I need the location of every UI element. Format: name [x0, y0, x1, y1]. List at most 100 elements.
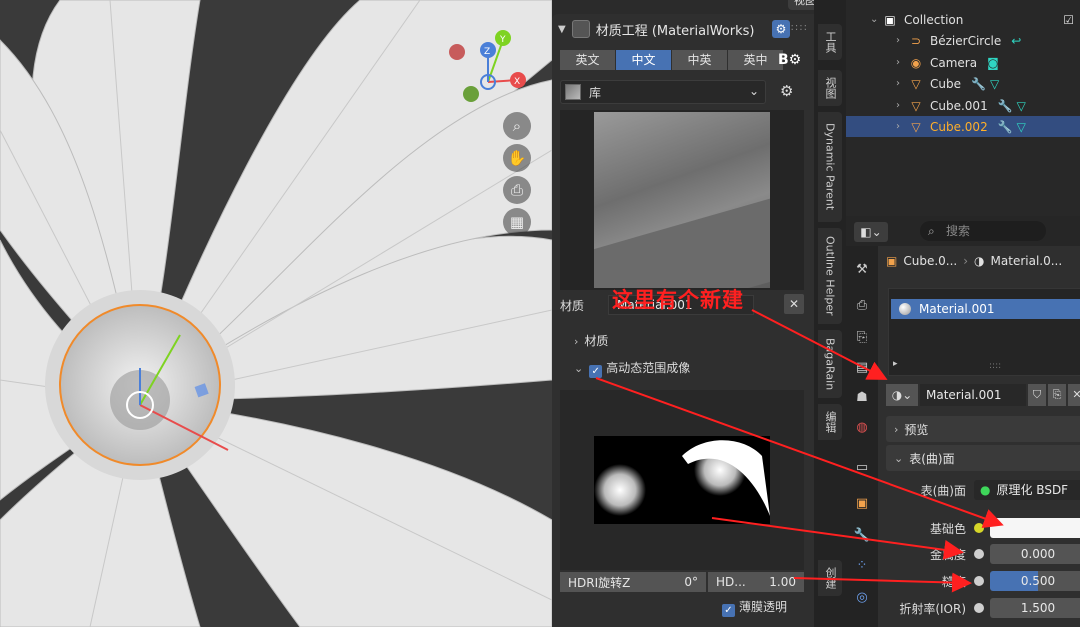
tab-bagarain[interactable]: BagaRain [818, 330, 842, 398]
materialworks-panel: ▼ 材质工程 (MaterialWorks) ⚙ :::: 英文 中文 中英 英… [552, 14, 814, 627]
chevron-right-icon[interactable]: › [896, 78, 908, 89]
tab-edit[interactable]: 编辑 [818, 404, 842, 440]
duplicate-icon[interactable]: ⎘ [1048, 384, 1066, 406]
hand-pan-icon[interactable]: ✋ [503, 144, 531, 172]
material-preview-image [594, 112, 770, 288]
material-icon: ◑ [974, 254, 985, 268]
hdri-rotation-value: 0° [684, 575, 698, 589]
hdri-checkbox[interactable]: ✓ [589, 365, 603, 378]
surface-panel-header[interactable]: ⌄ 表(曲)面 [886, 445, 1080, 471]
addon-logo-icon[interactable]: B⚙ [778, 50, 808, 70]
hdri-rotation-field[interactable]: HDRI旋转Z 0° [560, 572, 706, 592]
hdri-preview-box[interactable] [560, 390, 804, 570]
physics-tab-icon[interactable]: ◎ [852, 588, 872, 608]
metallic-label: 金属度 [929, 547, 966, 562]
library-dropdown[interactable]: 库 ⌄ [560, 80, 766, 104]
render-tab-icon[interactable]: ⎙ [852, 296, 872, 316]
roughness-slider[interactable]: 0.500 [990, 571, 1080, 591]
hdri-strength-label: HD... [716, 575, 746, 589]
tab-create[interactable]: 创建 [818, 560, 842, 596]
fake-user-shield-icon[interactable]: ⛉ [1028, 384, 1046, 406]
material-slot-list[interactable]: Material.001 ▸ :::: [888, 288, 1080, 376]
material-section-header[interactable]: › 材质 [574, 332, 608, 349]
metallic-row: 金属度 0.000 [886, 543, 1080, 565]
preview-panel-header[interactable]: › 预览 [886, 416, 1080, 442]
material-name-field[interactable]: Material.001 [920, 384, 1026, 406]
object-tab-icon[interactable]: ▣ [852, 494, 872, 514]
library-settings-gear-icon[interactable]: ⚙ [780, 82, 793, 100]
mesh-object-icon: ▽ [911, 76, 921, 91]
film-transparent-toggle[interactable]: ✓ 薄膜透明 [722, 598, 787, 617]
drag-handle-icon[interactable]: :::: [791, 22, 808, 33]
chevron-right-icon[interactable]: › [896, 57, 908, 68]
particles-tab-icon[interactable]: ⁘ [852, 556, 872, 576]
base-color-swatch[interactable] [990, 518, 1080, 538]
surface-shader-row: 表(曲)面 ● 原理化 BSDF [886, 479, 1080, 501]
view-layer-tab-icon[interactable]: ▤ [852, 358, 872, 378]
scene-tab-icon[interactable]: ☗ [852, 388, 872, 408]
outliner-item-cube[interactable]: › ▽ Cube 🔧 ▽ [846, 73, 1080, 94]
output-tab-icon[interactable]: ⎘ [852, 328, 872, 348]
library-label: 库 [589, 85, 602, 100]
close-icon[interactable]: ✕ [784, 294, 804, 314]
lang-tab-english[interactable]: 英文 [560, 50, 615, 70]
hdri-light-shapes [594, 440, 770, 516]
chevron-down-icon[interactable]: ▼ [558, 24, 566, 35]
grid-icon[interactable]: ▦ [503, 208, 531, 236]
tab-outline-helper[interactable]: Outline Helper [818, 228, 842, 324]
tab-dynamic-parent[interactable]: Dynamic Parent [818, 112, 842, 222]
surface-shader-label: 表(曲)面 [920, 483, 966, 498]
camera-icon[interactable]: ⎙ [503, 176, 531, 204]
tab-tool[interactable]: 工具 [818, 24, 842, 60]
surface-panel-label: 表(曲)面 [909, 451, 955, 466]
outliner-item-cube001[interactable]: › ▽ Cube.001 🔧 ▽ [846, 95, 1080, 116]
roughness-row: 糙度 0.500 [886, 570, 1080, 592]
outliner-item-beziercircle[interactable]: › ⊃ BézierCircle ↩ [846, 30, 1080, 51]
world-tab-icon[interactable]: ◍ [852, 418, 872, 438]
svg-text:Z: Z [484, 47, 490, 57]
mesh-data-icon: ▽ [989, 76, 1000, 91]
tool-tab-icon[interactable]: ⚒ [852, 260, 872, 280]
browse-material-button[interactable]: ◑⌄ [886, 384, 918, 406]
3d-viewport[interactable]: Z Y X ⌕ ✋ ⎙ ▦ [0, 0, 552, 627]
tab-view[interactable]: 视图 [818, 70, 842, 106]
film-transparent-checkbox[interactable]: ✓ [722, 604, 735, 617]
properties-tab-column: ⚒ ⎙ ⎘ ▤ ☗ ◍ ▭ ▣ 🔧 ⁘ ◎ [846, 246, 878, 627]
lang-tab-chinese[interactable]: 中文 [616, 50, 671, 70]
chevron-right-icon[interactable]: › [896, 121, 908, 132]
chevron-right-icon[interactable]: › [896, 35, 908, 46]
hdri-strength-field[interactable]: HD... 1.00 [708, 572, 804, 592]
collection-tab-icon[interactable]: ▭ [852, 458, 872, 478]
close-icon[interactable]: ✕ [1068, 384, 1080, 406]
hdri-section-label: 高动态范围成像 [606, 361, 691, 375]
outliner-item-cube002[interactable]: › ▽ Cube.002 🔧 ▽ [846, 116, 1080, 137]
checkbox-icon[interactable]: ☑ [1063, 13, 1074, 27]
metallic-field[interactable]: 0.000 [990, 544, 1080, 564]
modifier-tab-icon[interactable]: 🔧 [852, 526, 872, 546]
lang-tab-chinese-english[interactable]: 中英 [672, 50, 727, 70]
properties-search-input[interactable]: ⌕ 搜索 [920, 221, 1046, 241]
chevron-right-icon[interactable]: › [896, 100, 908, 111]
mesh-data-icon: ▽ [1016, 98, 1026, 113]
chevron-down-icon[interactable]: ⌄ [870, 14, 882, 25]
surface-shader-field[interactable]: ● 原理化 BSDF [974, 480, 1080, 500]
zoom-icon[interactable]: ⌕ [503, 112, 531, 140]
hdri-settings-row: HDRI旋转Z 0° HD... 1.00 [560, 572, 804, 592]
collection-row[interactable]: ⌄ ▣ Collection ☑ [846, 9, 1080, 30]
socket-dot-icon[interactable] [974, 576, 984, 586]
editor-type-dropdown[interactable]: ◧⌄ [854, 222, 888, 242]
socket-dot-icon[interactable] [974, 523, 984, 533]
ior-field[interactable]: 1.500 [990, 598, 1080, 618]
material-preview-box[interactable] [560, 110, 804, 290]
socket-dot-icon[interactable] [974, 603, 984, 613]
lang-tab-english-chinese[interactable]: 英中 [728, 50, 783, 70]
material-slot-item[interactable]: Material.001 [891, 299, 1080, 319]
hdri-section-header[interactable]: ⌄ ✓ 高动态范围成像 [574, 359, 690, 378]
list-resize-handle-icon[interactable]: :::: [989, 361, 1001, 371]
socket-dot-icon[interactable] [974, 549, 984, 559]
properties-editor: ◧⌄ ⌕ 搜索 ⚒ ⎙ ⎘ ▤ ☗ ◍ ▭ ▣ 🔧 ⁘ ◎ ▣ Cube.0..… [846, 216, 1080, 627]
outliner-item-camera[interactable]: › ◉ Camera ◙ [846, 52, 1080, 73]
shader-node-icon: ● [980, 483, 991, 497]
expand-triangle-icon[interactable]: ▸ [893, 359, 898, 369]
gear-icon[interactable]: ⚙ [772, 20, 790, 38]
